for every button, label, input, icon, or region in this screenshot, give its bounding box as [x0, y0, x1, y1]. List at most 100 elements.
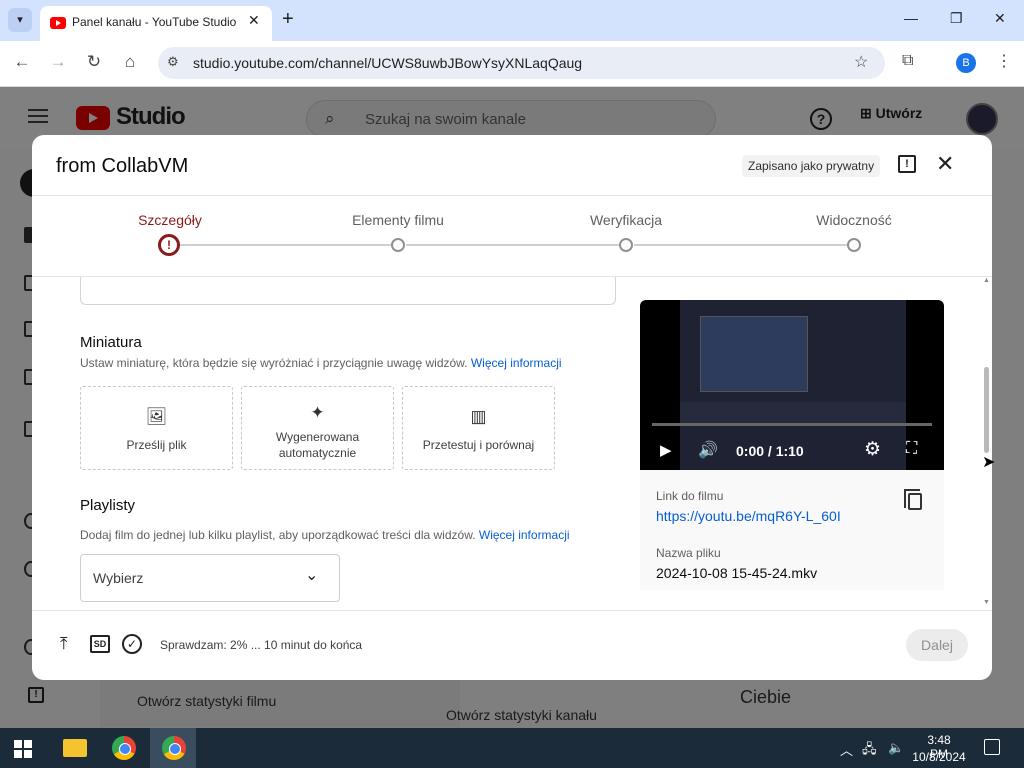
dialog-title: from CollabVM [56, 155, 189, 177]
windows-taskbar: ︿ 🖧 🔈 3:48 PM 10/8/2024 [0, 728, 1024, 768]
thumbnail-section-title: Miniatura [80, 334, 142, 351]
channel-search[interactable]: ⌕ Szukaj na swoim kanale [306, 100, 716, 138]
create-plus-icon: ⊞ [860, 105, 876, 121]
site-info-icon[interactable]: ⚙ [167, 54, 179, 70]
scroll-down-icon[interactable]: ▼ [983, 599, 990, 606]
video-progress-bar[interactable] [652, 423, 932, 426]
youtube-logo-icon[interactable] [76, 106, 110, 130]
create-label: Utwórz [875, 105, 923, 121]
browser-tab-bar: ▾ Panel kanału - YouTube Studio ✕ + — ❐ … [0, 0, 1024, 41]
video-info-panel: Link do filmu https://youtu.be/mqR6Y-L_6… [640, 470, 944, 590]
open-video-stats-button[interactable]: Otwórz statystyki filmu [137, 693, 276, 709]
test-compare-button[interactable]: ▥ Przetestuj i porównaj [402, 386, 555, 470]
help-icon[interactable]: ? [810, 108, 832, 130]
stepper-line [180, 244, 396, 246]
copy-icon[interactable] [904, 489, 922, 510]
chrome-profile-icon[interactable] [162, 736, 186, 760]
stepper-line [634, 244, 850, 246]
profile-avatar[interactable]: B [956, 53, 976, 73]
for-you-heading: Ciebie [740, 687, 792, 707]
step-details[interactable]: Szczegóły [100, 212, 240, 228]
saved-status-chip: Zapisano jako prywatny [742, 155, 881, 177]
auto-thumbnail-button[interactable]: ✦ Wygenerowana automatycznie [241, 386, 394, 470]
checks-status-icon[interactable]: ✓ [122, 634, 142, 654]
restore-icon[interactable]: ❐ [950, 10, 963, 27]
tab-title: Panel kanału - YouTube Studio [72, 15, 237, 29]
chart-icon: ▥ [470, 407, 487, 426]
network-icon[interactable]: 🖧 [862, 740, 877, 762]
hamburger-menu-icon[interactable] [28, 109, 48, 123]
playlists-desc-text: Dodaj film do jednej lub kilku playlist,… [80, 528, 476, 542]
playlist-select[interactable]: Wybierz ⌄ [80, 554, 340, 602]
extensions-icon[interactable]: ⧉ [902, 52, 913, 70]
playlists-description: Dodaj film do jednej lub kilku playlist,… [80, 528, 570, 542]
video-preview[interactable]: ▶ 🔊 0:00 / 1:10 ⚙ ⛶ [640, 300, 944, 470]
new-tab-plus-icon[interactable]: + [282, 8, 294, 30]
search-placeholder: Szukaj na swoim kanale [365, 111, 526, 128]
mouse-cursor-icon: ➤ [982, 454, 996, 471]
step-dot-icon[interactable] [619, 238, 633, 252]
close-dialog-icon[interactable]: ✕ [936, 151, 954, 177]
volume-icon[interactable]: 🔊 [698, 440, 718, 460]
play-icon[interactable]: ▶ [660, 441, 672, 459]
bookmark-star-icon[interactable]: ☆ [854, 52, 868, 72]
upload-dialog: from CollabVM Zapisano jako prywatny ! ✕… [32, 135, 992, 680]
minimize-icon[interactable]: — [904, 10, 918, 26]
tray-volume-icon[interactable]: 🔈 [888, 740, 904, 756]
browser-menu-icon[interactable]: ⋮ [996, 51, 1012, 71]
file-explorer-icon[interactable] [63, 739, 87, 757]
chrome-icon[interactable] [112, 736, 136, 760]
description-field[interactable] [80, 277, 616, 305]
sparkle-icon: ✦ [310, 403, 325, 422]
scroll-up-icon[interactable]: ▲ [983, 277, 990, 284]
file-name: 2024-10-08 15-45-24.mkv [656, 565, 818, 581]
reload-icon[interactable]: ↻ [82, 52, 106, 72]
report-flag-icon[interactable]: ! [898, 155, 916, 173]
tab-list-chevron-icon[interactable]: ▾ [8, 8, 32, 32]
tab-close-icon[interactable]: ✕ [248, 12, 260, 29]
thumbnail-description: Ustaw miniaturę, która będzie się wyróżn… [80, 356, 562, 370]
sd-quality-icon[interactable]: SD [90, 635, 110, 653]
step-dot-icon[interactable] [847, 238, 861, 252]
create-button[interactable]: ⊞ Utwórz [860, 105, 944, 133]
upload-status-icon[interactable]: ⤒ [60, 634, 68, 654]
clock-date[interactable]: 10/8/2024 [910, 750, 968, 764]
channel-avatar[interactable] [966, 103, 998, 135]
step-error-icon[interactable]: ! [158, 234, 180, 256]
test-compare-label: Przetestuj i porównaj [422, 438, 535, 452]
add-photo-icon: 🖼 [145, 407, 168, 426]
video-link-label: Link do filmu [656, 489, 724, 503]
upload-status-text: Sprawdzam: 2% ... 10 minut do końca [160, 638, 363, 652]
notifications-icon[interactable] [984, 739, 1000, 755]
youtube-favicon-icon [50, 17, 66, 29]
auto-thumbnail-label-2: automatycznie [278, 446, 357, 460]
window-close-icon[interactable]: ✕ [994, 10, 1006, 27]
playlists-more-link[interactable]: Więcej informacji [479, 528, 570, 542]
step-visibility[interactable]: Widoczność [784, 212, 924, 228]
scroll-thumb[interactable] [984, 367, 989, 453]
browser-tab[interactable]: Panel kanału - YouTube Studio ✕ [40, 6, 272, 41]
upload-thumbnail-button[interactable]: 🖼 Prześlij plik [80, 386, 233, 470]
video-link[interactable]: https://youtu.be/mqR6Y-L_60I [656, 508, 841, 524]
windows-start-icon[interactable] [14, 740, 32, 758]
thumbnail-more-link[interactable]: Więcej informacji [471, 356, 562, 370]
fullscreen-icon[interactable]: ⛶ [906, 440, 917, 458]
playlists-section-title: Playlisty [80, 497, 136, 514]
back-arrow-icon[interactable]: ← [10, 52, 34, 72]
step-dot-icon[interactable] [391, 238, 405, 252]
home-icon[interactable]: ⌂ [118, 52, 142, 72]
search-icon: ⌕ [325, 109, 335, 128]
sidebar-feedback-icon[interactable]: ! [28, 687, 44, 703]
thumbnail-desc-text: Ustaw miniaturę, która będzie się wyróżn… [80, 356, 468, 370]
step-checks[interactable]: Weryfikacja [556, 212, 696, 228]
settings-gear-icon[interactable]: ⚙ [864, 438, 881, 461]
address-bar[interactable]: ⚙ studio.youtube.com/channel/UCWS8uwbJBo… [158, 47, 885, 79]
dialog-scrollbar[interactable]: ▲ ▼ [982, 277, 992, 609]
next-button[interactable]: Dalej [906, 629, 968, 661]
tray-overflow-icon[interactable]: ︿ [840, 740, 853, 759]
open-channel-stats-button[interactable]: Otwórz statystyki kanału [446, 707, 597, 723]
url-text[interactable]: studio.youtube.com/channel/UCWS8uwbJBowY… [193, 55, 582, 71]
video-time: 0:00 / 1:10 [736, 443, 804, 459]
step-video-elements[interactable]: Elementy filmu [328, 212, 468, 228]
forward-arrow-icon[interactable]: → [46, 52, 70, 72]
